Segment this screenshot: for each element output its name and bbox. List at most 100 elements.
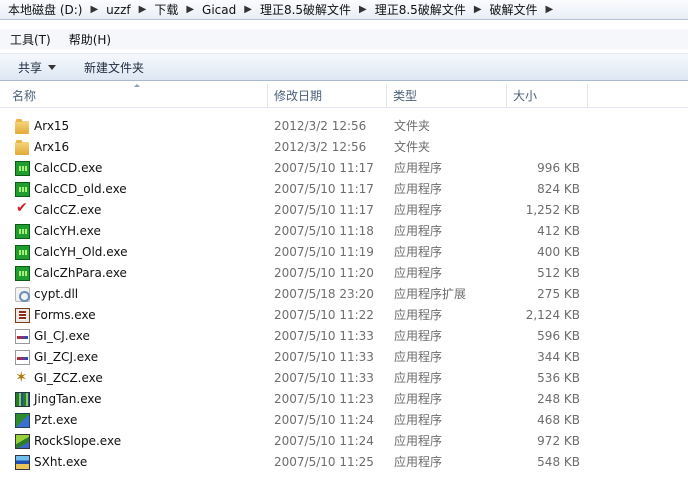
breadcrumb-separator-icon[interactable]: ▶ xyxy=(359,4,367,15)
file-date: 2007/5/10 11:18 xyxy=(274,224,374,238)
file-type: 应用程序 xyxy=(394,371,443,385)
file-size: 248 KB xyxy=(537,392,580,406)
file-name: GI_ZCZ.exe xyxy=(34,371,103,385)
share-label: 共享 xyxy=(18,60,43,75)
file-name: CalcYH_Old.exe xyxy=(34,245,128,259)
file-type: 应用程序 xyxy=(394,224,443,238)
breadcrumb-gicad[interactable]: Gicad xyxy=(202,3,236,17)
file-date: 2007/5/10 11:24 xyxy=(274,413,374,427)
file-type: 应用程序 xyxy=(394,329,443,343)
address-bar[interactable]: 本地磁盘 (D:) ▶ uzzf ▶ 下载 ▶ Gicad ▶ 理正8.5破解文… xyxy=(0,0,688,20)
file-type: 应用程序 xyxy=(394,245,443,259)
menu-tools[interactable]: 工具(T) xyxy=(0,31,59,48)
file-size: 400 KB xyxy=(537,245,580,259)
menu-help[interactable]: 帮助(H) xyxy=(59,31,119,48)
gi-app-icon xyxy=(15,350,30,365)
file-size: 2,124 KB xyxy=(525,308,580,322)
breadcrumb-separator-icon[interactable]: ▶ xyxy=(186,4,194,15)
file-name: CalcCZ.exe xyxy=(34,203,102,217)
file-type: 应用程序 xyxy=(394,392,443,406)
file-row-arx15[interactable]: Arx15 2012/3/2 12:56 文件夹 xyxy=(0,116,688,137)
file-size: 548 KB xyxy=(537,455,580,469)
dll-icon xyxy=(15,287,30,302)
share-button[interactable]: 共享 xyxy=(18,59,57,76)
file-date: 2007/5/10 11:23 xyxy=(274,392,374,406)
green-app-icon xyxy=(15,161,30,176)
breadcrumb-separator-icon[interactable]: ▶ xyxy=(244,4,252,15)
breadcrumb-separator-icon[interactable]: ▶ xyxy=(546,4,554,15)
file-size xyxy=(500,137,580,158)
column-header-name[interactable]: 名称 xyxy=(6,84,268,108)
check-app-icon xyxy=(15,200,30,218)
command-toolbar: 共享 新建文件夹 xyxy=(0,53,688,81)
pzt-app-icon xyxy=(15,413,30,428)
file-size: 468 KB xyxy=(537,413,580,427)
file-name: JingTan.exe xyxy=(34,392,102,406)
breadcrumb-separator-icon[interactable]: ▶ xyxy=(90,4,98,15)
file-name: Arx15 xyxy=(34,119,70,133)
file-date: 2007/5/10 11:25 xyxy=(274,455,374,469)
file-row-gi-cj[interactable]: GI_CJ.exe 2007/5/10 11:33 应用程序 596 KB xyxy=(0,326,688,347)
file-type: 文件夹 xyxy=(394,119,431,133)
breadcrumb-download[interactable]: 下载 xyxy=(154,1,178,18)
file-name: cypt.dll xyxy=(34,287,79,301)
file-size: 536 KB xyxy=(537,371,580,385)
file-type: 文件夹 xyxy=(394,140,431,154)
breadcrumb-separator-icon[interactable]: ▶ xyxy=(474,4,482,15)
gi-app-icon xyxy=(15,329,30,344)
breadcrumb-crack-files[interactable]: 破解文件 xyxy=(490,1,538,18)
file-row-rockslope[interactable]: RockSlope.exe 2007/5/10 11:24 应用程序 972 K… xyxy=(0,431,688,452)
file-row-calccd[interactable]: CalcCD.exe 2007/5/10 11:17 应用程序 996 KB xyxy=(0,158,688,179)
breadcrumb-uzzf[interactable]: uzzf xyxy=(106,3,130,17)
file-row-cypt[interactable]: cypt.dll 2007/5/18 23:20 应用程序扩展 275 KB xyxy=(0,284,688,305)
breadcrumb-drive[interactable]: 本地磁盘 (D:) xyxy=(8,1,82,18)
column-header-type[interactable]: 类型 xyxy=(387,84,507,108)
file-date: 2007/5/18 23:20 xyxy=(274,287,374,301)
menu-bar: 工具(T) 帮助(H) xyxy=(0,29,688,49)
file-date: 2007/5/10 11:17 xyxy=(274,203,374,217)
new-folder-button[interactable]: 新建文件夹 xyxy=(84,59,144,76)
file-row-pzt[interactable]: Pzt.exe 2007/5/10 11:24 应用程序 468 KB xyxy=(0,410,688,431)
file-size: 1,252 KB xyxy=(525,203,580,217)
folder-icon xyxy=(15,140,29,155)
breadcrumb-lizheng-2[interactable]: 理正8.5破解文件 xyxy=(375,1,466,18)
file-row-calccz[interactable]: CalcCZ.exe 2007/5/10 11:17 应用程序 1,252 KB xyxy=(0,200,688,221)
file-row-jingtan[interactable]: JingTan.exe 2007/5/10 11:23 应用程序 248 KB xyxy=(0,389,688,410)
file-size: 344 KB xyxy=(537,350,580,364)
file-type: 应用程序 xyxy=(394,308,443,322)
rockslope-app-icon xyxy=(15,434,30,449)
file-row-arx16[interactable]: Arx16 2012/3/2 12:56 文件夹 xyxy=(0,137,688,158)
column-header-row: 名称 修改日期 类型 大小 xyxy=(0,84,688,108)
file-row-calczhpara[interactable]: CalcZhPara.exe 2007/5/10 11:20 应用程序 512 … xyxy=(0,263,688,284)
file-row-gi-zcj[interactable]: GI_ZCJ.exe 2007/5/10 11:33 应用程序 344 KB xyxy=(0,347,688,368)
file-date: 2007/5/10 11:19 xyxy=(274,245,374,259)
file-name: CalcCD.exe xyxy=(34,161,103,175)
file-row-calcyh-old[interactable]: CalcYH_Old.exe 2007/5/10 11:19 应用程序 400 … xyxy=(0,242,688,263)
breadcrumb-separator-icon[interactable]: ▶ xyxy=(139,4,147,15)
file-date: 2007/5/10 11:33 xyxy=(274,371,374,385)
file-name: CalcCD_old.exe xyxy=(34,182,127,196)
file-name: Forms.exe xyxy=(34,308,96,322)
file-type: 应用程序 xyxy=(394,266,443,280)
file-row-sxht[interactable]: SXht.exe 2007/5/10 11:25 应用程序 548 KB xyxy=(0,452,688,473)
file-type: 应用程序 xyxy=(394,413,443,427)
new-folder-label: 新建文件夹 xyxy=(84,60,145,75)
green-app-icon xyxy=(15,182,30,197)
column-header-date[interactable]: 修改日期 xyxy=(268,84,387,108)
file-name: RockSlope.exe xyxy=(34,434,122,448)
file-date: 2012/3/2 12:56 xyxy=(274,140,367,154)
green-app-icon xyxy=(15,245,30,260)
column-header-size[interactable]: 大小 xyxy=(507,84,588,108)
file-row-calcyh[interactable]: CalcYH.exe 2007/5/10 11:18 应用程序 412 KB xyxy=(0,221,688,242)
file-row-calccd-old[interactable]: CalcCD_old.exe 2007/5/10 11:17 应用程序 824 … xyxy=(0,179,688,200)
file-row-gi-zcz[interactable]: GI_ZCZ.exe 2007/5/10 11:33 应用程序 536 KB xyxy=(0,368,688,389)
gizcz-app-icon xyxy=(15,368,30,386)
file-date: 2007/5/10 11:33 xyxy=(274,329,374,343)
breadcrumb-lizheng-1[interactable]: 理正8.5破解文件 xyxy=(260,1,351,18)
file-type: 应用程序 xyxy=(394,350,443,364)
file-row-forms[interactable]: Forms.exe 2007/5/10 11:22 应用程序 2,124 KB xyxy=(0,305,688,326)
file-size: 824 KB xyxy=(537,182,580,196)
file-name: CalcYH.exe xyxy=(34,224,101,238)
forms-app-icon xyxy=(15,308,30,323)
jingtan-app-icon xyxy=(15,392,30,407)
